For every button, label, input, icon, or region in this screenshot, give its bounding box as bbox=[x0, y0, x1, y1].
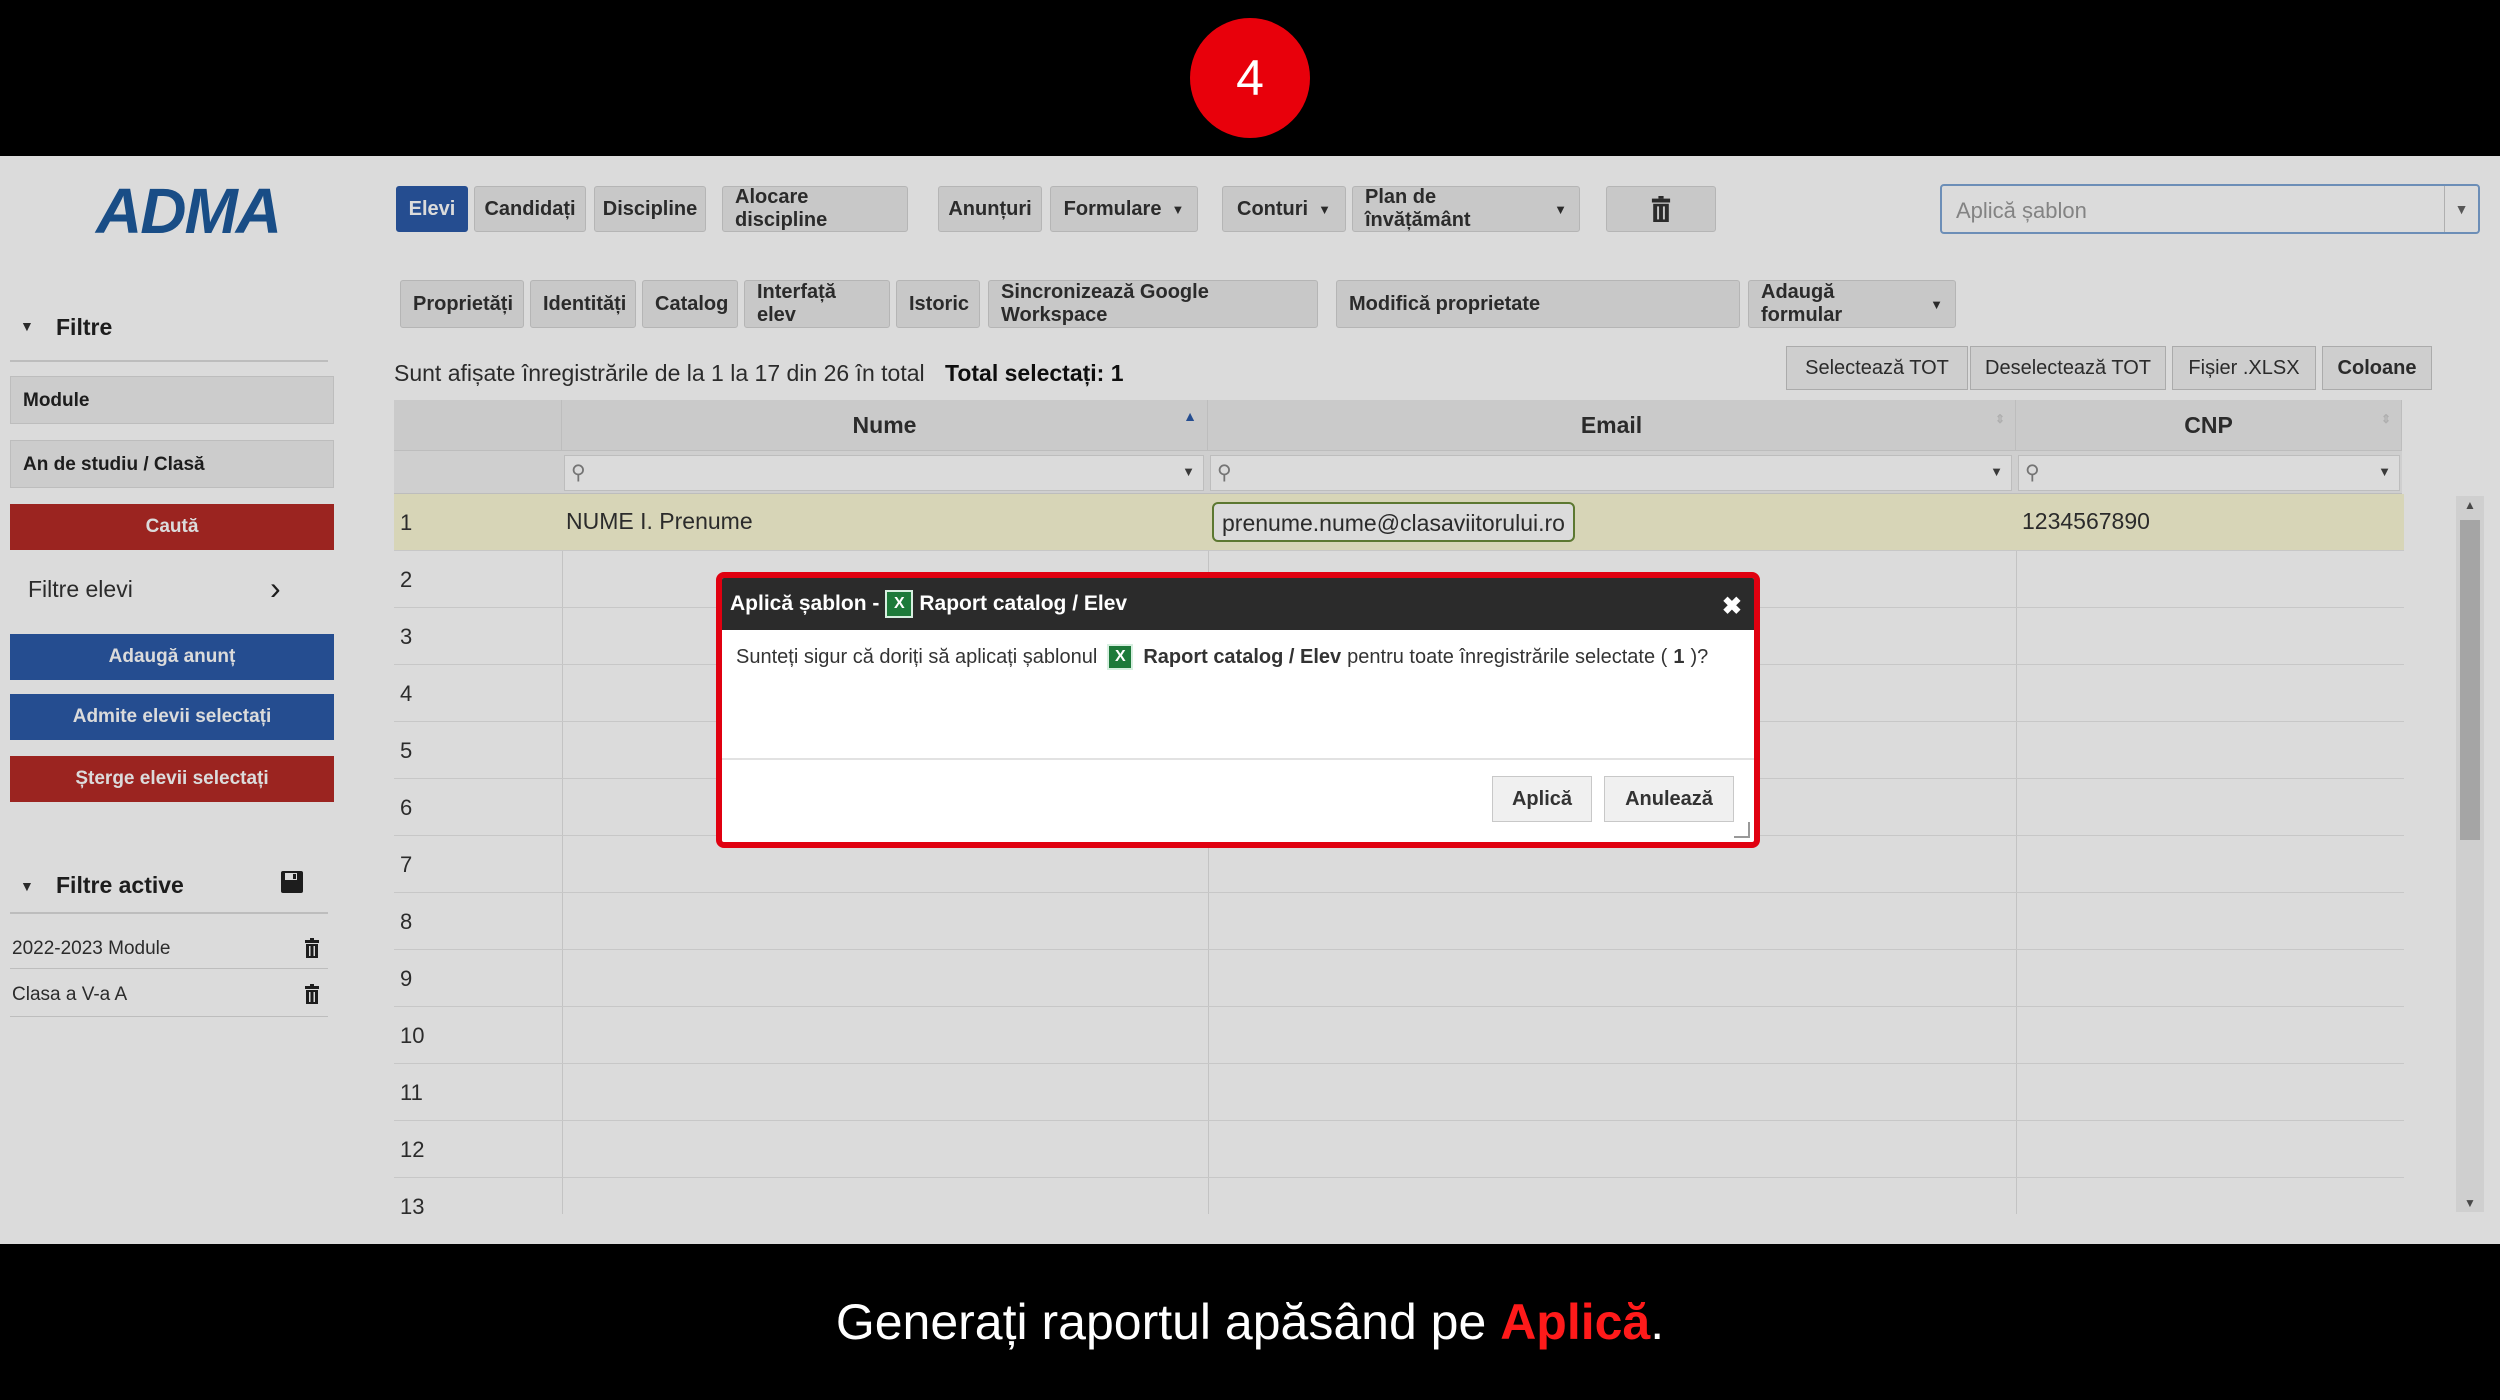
message-count: 1 bbox=[1673, 645, 1685, 668]
dialog-title-template: Raport catalog / Elev bbox=[919, 592, 1128, 615]
top-banner: 4 bbox=[0, 0, 2500, 156]
apply-button[interactable]: Aplică bbox=[1492, 776, 1592, 822]
message-suffix: pentru toate înregistrările selectate ( bbox=[1347, 645, 1668, 668]
caption-bar: Generați raportul apăsând pe Aplică. bbox=[0, 1244, 2500, 1400]
dialog-message: Sunteți sigur că doriți să aplicați șabl… bbox=[736, 644, 1708, 670]
resize-handle[interactable] bbox=[1734, 822, 1750, 838]
dialog-header: Aplică șablon - X Raport catalog / Elev … bbox=[722, 578, 1754, 630]
excel-icon: X bbox=[1107, 644, 1134, 670]
close-icon[interactable]: ✖ bbox=[1722, 592, 1742, 621]
apply-template-dialog: Aplică șablon - X Raport catalog / Elev … bbox=[716, 572, 1760, 848]
divider bbox=[722, 758, 1754, 760]
dialog-title-prefix: Aplică șablon - bbox=[730, 592, 880, 615]
message-end: )? bbox=[1690, 645, 1709, 668]
caption-highlight: Aplică bbox=[1500, 1294, 1651, 1350]
cancel-button[interactable]: Anulează bbox=[1604, 776, 1734, 822]
step-number-badge: 4 bbox=[1190, 18, 1310, 138]
adma-app: ADMA Elevi Candidați Discipline Alocare … bbox=[0, 156, 2500, 1244]
excel-icon: X bbox=[885, 590, 914, 618]
message-prefix: Sunteți sigur că doriți să aplicați șabl… bbox=[736, 645, 1098, 668]
caption-suffix: . bbox=[1650, 1294, 1665, 1350]
message-template-name: Raport catalog / Elev bbox=[1143, 645, 1342, 668]
caption-prefix: Generați raportul apăsând pe bbox=[835, 1294, 1501, 1350]
